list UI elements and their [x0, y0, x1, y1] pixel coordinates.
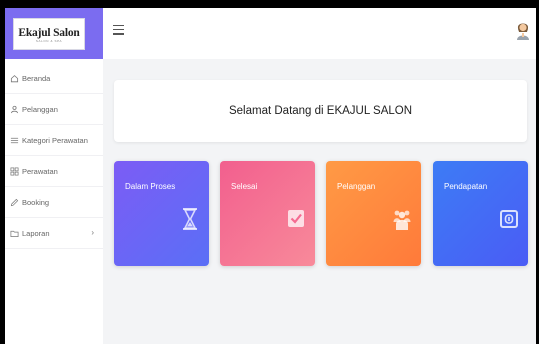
brand-title: Ekajul Salon: [18, 27, 80, 39]
card-pelanggan[interactable]: Pelanggan: [326, 161, 421, 266]
sidebar-item-label: Perawatan: [22, 166, 58, 176]
home-icon: [10, 74, 19, 83]
sidebar-item-beranda[interactable]: Beranda: [5, 63, 103, 94]
card-selesai[interactable]: Selesai: [220, 161, 315, 266]
sidebar-item-label: Laporan: [22, 228, 50, 238]
sidebar-item-label: Beranda: [22, 73, 51, 83]
card-label: Dalam Proses: [125, 182, 176, 191]
chevron-right-icon: ›: [91, 228, 94, 237]
card-label: Pelanggan: [337, 182, 376, 191]
folder-icon: [10, 229, 19, 238]
brand-logo[interactable]: Ekajul Salon SALON & SPA: [13, 18, 85, 50]
sidebar-item-label: Booking: [22, 197, 50, 207]
top-bar: [103, 8, 536, 59]
sidebar-item-label: Kategori Perawatan: [22, 135, 88, 145]
sidebar-item-perawatan[interactable]: Perawatan: [5, 156, 103, 187]
sidebar: Ekajul Salon SALON & SPA Beranda Pelangg…: [5, 8, 103, 344]
sidebar-item-booking[interactable]: Booking: [5, 187, 103, 218]
users-icon: [393, 207, 411, 231]
card-label: Selesai: [231, 182, 258, 191]
money-icon: [500, 207, 518, 231]
user-avatar-icon[interactable]: [515, 19, 531, 41]
sidebar-menu: Beranda Pelanggan Kategori Perawatan Per…: [5, 63, 103, 249]
card-label: Pendapatan: [444, 182, 488, 191]
sidebar-item-label: Pelanggan: [22, 104, 58, 114]
checkbox-icon: [287, 207, 305, 231]
card-dalam-proses[interactable]: Dalam Proses: [114, 161, 209, 266]
sidebar-item-kategori-perawatan[interactable]: Kategori Perawatan: [5, 125, 103, 156]
user-icon: [10, 105, 19, 114]
app-frame: Ekajul Salon SALON & SPA Beranda Pelangg…: [5, 8, 536, 344]
hourglass-icon: [181, 207, 199, 231]
pen-icon: [10, 198, 19, 207]
welcome-banner: Selamat Datang di EKAJUL SALON: [114, 80, 527, 142]
sidebar-item-pelanggan[interactable]: Pelanggan: [5, 94, 103, 125]
brand-subtitle: SALON & SPA: [35, 39, 63, 43]
grid-icon: [10, 167, 19, 176]
logo-area: Ekajul Salon SALON & SPA: [5, 8, 103, 59]
list-icon: [10, 136, 19, 145]
welcome-text: Selamat Datang di EKAJUL SALON: [228, 105, 413, 117]
card-pendapatan[interactable]: Pendapatan: [433, 161, 528, 266]
sidebar-item-laporan[interactable]: Laporan ›: [5, 218, 103, 249]
hamburger-icon[interactable]: [113, 25, 124, 35]
